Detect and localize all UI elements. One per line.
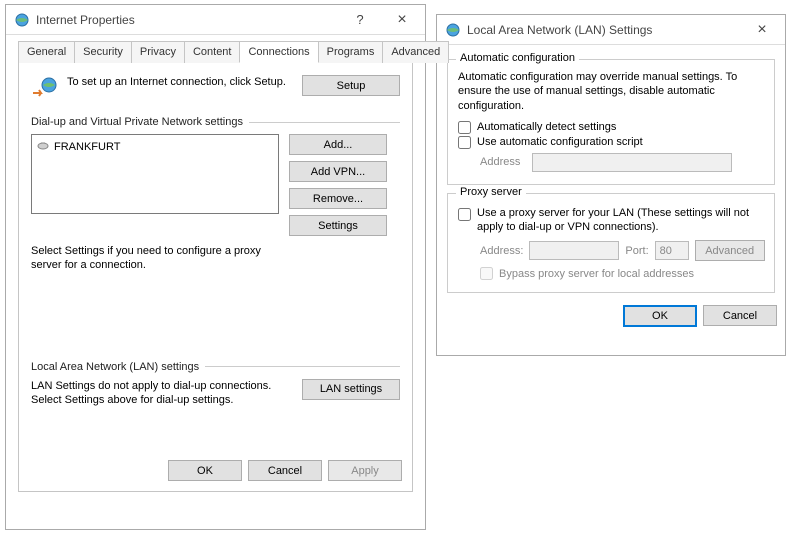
ok-button[interactable]: OK [168, 460, 242, 481]
script-address-input [532, 153, 732, 172]
tab-content[interactable]: Content [184, 41, 241, 63]
setup-instruction-text: To set up an Internet connection, click … [67, 75, 302, 89]
add-button[interactable]: Add... [289, 134, 387, 155]
settings-button[interactable]: Settings [289, 215, 387, 236]
lan-instruction-text: LAN Settings do not apply to dial-up con… [31, 379, 281, 408]
internet-properties-window: Internet Properties ? × General Security… [5, 4, 426, 530]
cancel-button[interactable]: Cancel [703, 305, 777, 326]
help-button[interactable]: ? [339, 6, 381, 34]
window-title: Internet Properties [36, 13, 339, 27]
proxy-address-label: Address: [480, 245, 523, 257]
proxy-address-input [529, 241, 619, 260]
auto-script-input[interactable] [458, 136, 471, 149]
close-button[interactable]: × [381, 6, 423, 34]
apply-button[interactable]: Apply [328, 460, 402, 481]
remove-button[interactable]: Remove... [289, 188, 387, 209]
list-item[interactable]: FRANKFURT [34, 137, 276, 156]
tab-advanced[interactable]: Advanced [382, 41, 449, 63]
lan-settings-icon [445, 22, 461, 38]
use-proxy-checkbox[interactable]: Use a proxy server for your LAN (These s… [458, 206, 764, 235]
group-label: Proxy server [456, 186, 526, 198]
internet-options-icon [14, 12, 30, 28]
setup-button[interactable]: Setup [302, 75, 400, 96]
tab-privacy[interactable]: Privacy [131, 41, 185, 63]
proxy-port-input [655, 241, 689, 260]
tab-general[interactable]: General [18, 41, 75, 63]
script-address-label: Address [480, 156, 526, 168]
use-proxy-input[interactable] [458, 208, 471, 221]
connection-wizard-icon [31, 75, 59, 106]
close-button[interactable]: × [741, 16, 783, 44]
auto-config-text: Automatic configuration may override man… [458, 70, 764, 113]
automatic-configuration-group: Automatic configuration Automatic config… [447, 59, 775, 185]
tab-security[interactable]: Security [74, 41, 132, 63]
advanced-button: Advanced [695, 240, 765, 261]
bypass-local-checkbox: Bypass proxy server for local addresses [480, 267, 764, 280]
auto-detect-checkbox[interactable]: Automatically detect settings [458, 121, 764, 134]
titlebar: Local Area Network (LAN) Settings × [437, 15, 785, 45]
auto-script-checkbox[interactable]: Use automatic configuration script [458, 136, 764, 149]
connections-listbox[interactable]: FRANKFURT [31, 134, 279, 214]
tab-programs[interactable]: Programs [318, 41, 384, 63]
ok-button[interactable]: OK [623, 305, 697, 327]
add-vpn-button[interactable]: Add VPN... [289, 161, 387, 182]
proxy-server-group: Proxy server Use a proxy server for your… [447, 193, 775, 294]
select-settings-text: Select Settings if you need to configure… [31, 244, 281, 273]
connection-name: FRANKFURT [54, 141, 120, 153]
bypass-local-input [480, 267, 493, 280]
cancel-button[interactable]: Cancel [248, 460, 322, 481]
lan-settings-window: Local Area Network (LAN) Settings × Auto… [436, 14, 786, 356]
lan-section-label: Local Area Network (LAN) settings [31, 361, 400, 373]
group-label: Automatic configuration [456, 52, 579, 64]
auto-detect-input[interactable] [458, 121, 471, 134]
tab-panel-connections: To set up an Internet connection, click … [18, 62, 413, 492]
proxy-port-label: Port: [625, 245, 648, 257]
dialup-section-label: Dial-up and Virtual Private Network sett… [31, 116, 400, 128]
lan-settings-button[interactable]: LAN settings [302, 379, 400, 400]
tab-connections[interactable]: Connections [239, 41, 318, 63]
tab-strip: General Security Privacy Content Connect… [18, 41, 413, 63]
window-title: Local Area Network (LAN) Settings [467, 23, 741, 37]
titlebar: Internet Properties ? × [6, 5, 425, 35]
connection-icon [36, 138, 50, 155]
